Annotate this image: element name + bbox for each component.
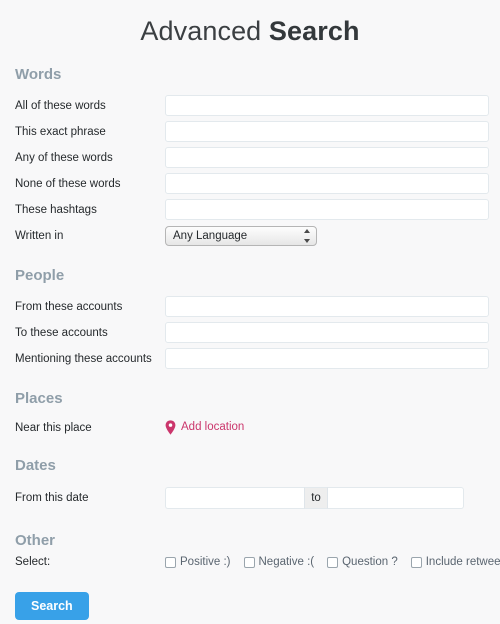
section-words: Words All of these words This exact phra… xyxy=(0,66,500,246)
row-any-of-these-words: Any of these words xyxy=(0,147,500,168)
field-these-hashtags xyxy=(165,199,500,220)
row-these-hashtags: These hashtags xyxy=(0,199,500,220)
checkbox-include-retweets-label: Include retweets xyxy=(425,555,500,568)
row-select-options: Select: Positive :) Negative :( Question… xyxy=(0,555,500,569)
input-all-of-these-words[interactable] xyxy=(165,95,489,116)
date-range-separator: to xyxy=(304,487,328,509)
row-mentioning-these-accounts: Mentioning these accounts xyxy=(0,348,500,369)
input-from-these-accounts[interactable] xyxy=(165,296,489,317)
label-mentioning-these-accounts: Mentioning these accounts xyxy=(15,352,152,365)
label-these-hashtags: These hashtags xyxy=(15,203,97,216)
page-title-bold: Search xyxy=(268,16,360,46)
page-title: Advanced Search xyxy=(0,0,500,47)
section-heading-dates: Dates xyxy=(15,457,56,474)
input-date-to[interactable] xyxy=(328,487,464,509)
checkbox-negative-label: Negative :( xyxy=(258,555,315,568)
section-people: People From these accounts To these acco… xyxy=(0,267,500,369)
input-none-of-these-words[interactable] xyxy=(165,173,489,194)
checkbox-positive-label: Positive :) xyxy=(180,555,231,568)
input-mentioning-these-accounts[interactable] xyxy=(165,348,489,369)
label-from-these-accounts: From these accounts xyxy=(15,300,123,313)
section-heading-other: Other xyxy=(15,532,56,549)
select-language-value: Any Language xyxy=(165,226,317,246)
field-this-exact-phrase xyxy=(165,121,500,142)
row-all-of-these-words: All of these words xyxy=(0,95,500,116)
checkbox-box-icon xyxy=(243,556,255,568)
input-date-from[interactable] xyxy=(165,487,304,509)
label-written-in: Written in xyxy=(15,230,64,242)
field-none-of-these-words xyxy=(165,173,500,194)
row-to-these-accounts: To these accounts xyxy=(0,322,500,343)
checkbox-positive[interactable]: Positive :) xyxy=(165,556,231,569)
row-from-this-date: From this date to xyxy=(0,487,500,509)
label-select: Select: xyxy=(15,556,51,568)
label-any-of-these-words: Any of these words xyxy=(15,151,113,164)
label-none-of-these-words: None of these words xyxy=(15,177,121,190)
field-from-this-date: to xyxy=(165,487,500,509)
checkbox-box-icon xyxy=(165,556,176,568)
field-to-these-accounts xyxy=(165,322,500,343)
advanced-search-page: Advanced Search Words All of these words… xyxy=(0,0,500,624)
field-near-this-place: Add location xyxy=(165,420,500,435)
input-these-hashtags[interactable] xyxy=(165,199,489,220)
label-all-of-these-words: All of these words xyxy=(15,99,106,112)
checkbox-question-label: Question ? xyxy=(342,555,398,568)
label-near-this-place: Near this place xyxy=(15,421,92,434)
input-to-these-accounts[interactable] xyxy=(165,322,489,343)
row-none-of-these-words: None of these words xyxy=(0,173,500,194)
checkbox-box-icon xyxy=(410,556,422,568)
label-this-exact-phrase: This exact phrase xyxy=(15,125,106,138)
section-heading-people: People xyxy=(15,267,65,284)
field-written-in: Any Language xyxy=(165,226,500,246)
row-this-exact-phrase: This exact phrase xyxy=(0,121,500,142)
label-from-this-date: From this date xyxy=(15,492,89,504)
select-language[interactable]: Any Language xyxy=(165,226,317,246)
submit-area: Search xyxy=(0,592,500,620)
search-button[interactable]: Search xyxy=(15,592,89,620)
field-any-of-these-words xyxy=(165,147,500,168)
checkbox-question[interactable]: Question ? xyxy=(327,556,398,569)
field-from-these-accounts xyxy=(165,296,500,317)
section-heading-places: Places xyxy=(15,390,63,407)
add-location-label: Add location xyxy=(181,421,245,433)
section-places: Places Near this place Add location xyxy=(0,390,500,435)
row-written-in: Written in Any Language xyxy=(0,226,500,246)
add-location-link[interactable]: Add location xyxy=(165,420,244,435)
checkbox-group: Positive :) Negative :( Question ? Inclu… xyxy=(165,556,500,569)
page-title-light: Advanced xyxy=(140,16,269,46)
checkbox-include-retweets[interactable]: Include retweets xyxy=(410,555,500,569)
row-near-this-place: Near this place Add location xyxy=(0,420,500,435)
row-from-these-accounts: From these accounts xyxy=(0,296,500,317)
field-select-options: Positive :) Negative :( Question ? Inclu… xyxy=(165,556,500,569)
section-dates: Dates From this date to xyxy=(0,457,500,509)
checkbox-box-icon xyxy=(327,556,339,568)
input-any-of-these-words[interactable] xyxy=(165,147,489,168)
section-other: Other Select: Positive :) Negative :( Qu… xyxy=(0,532,500,569)
map-pin-icon xyxy=(165,420,176,435)
checkbox-negative[interactable]: Negative :( xyxy=(243,555,315,569)
date-range-group: to xyxy=(165,487,464,509)
label-to-these-accounts: To these accounts xyxy=(15,326,108,339)
field-all-of-these-words xyxy=(165,95,500,116)
input-this-exact-phrase[interactable] xyxy=(165,121,489,142)
field-mentioning-these-accounts xyxy=(165,348,500,369)
section-heading-words: Words xyxy=(15,66,62,83)
